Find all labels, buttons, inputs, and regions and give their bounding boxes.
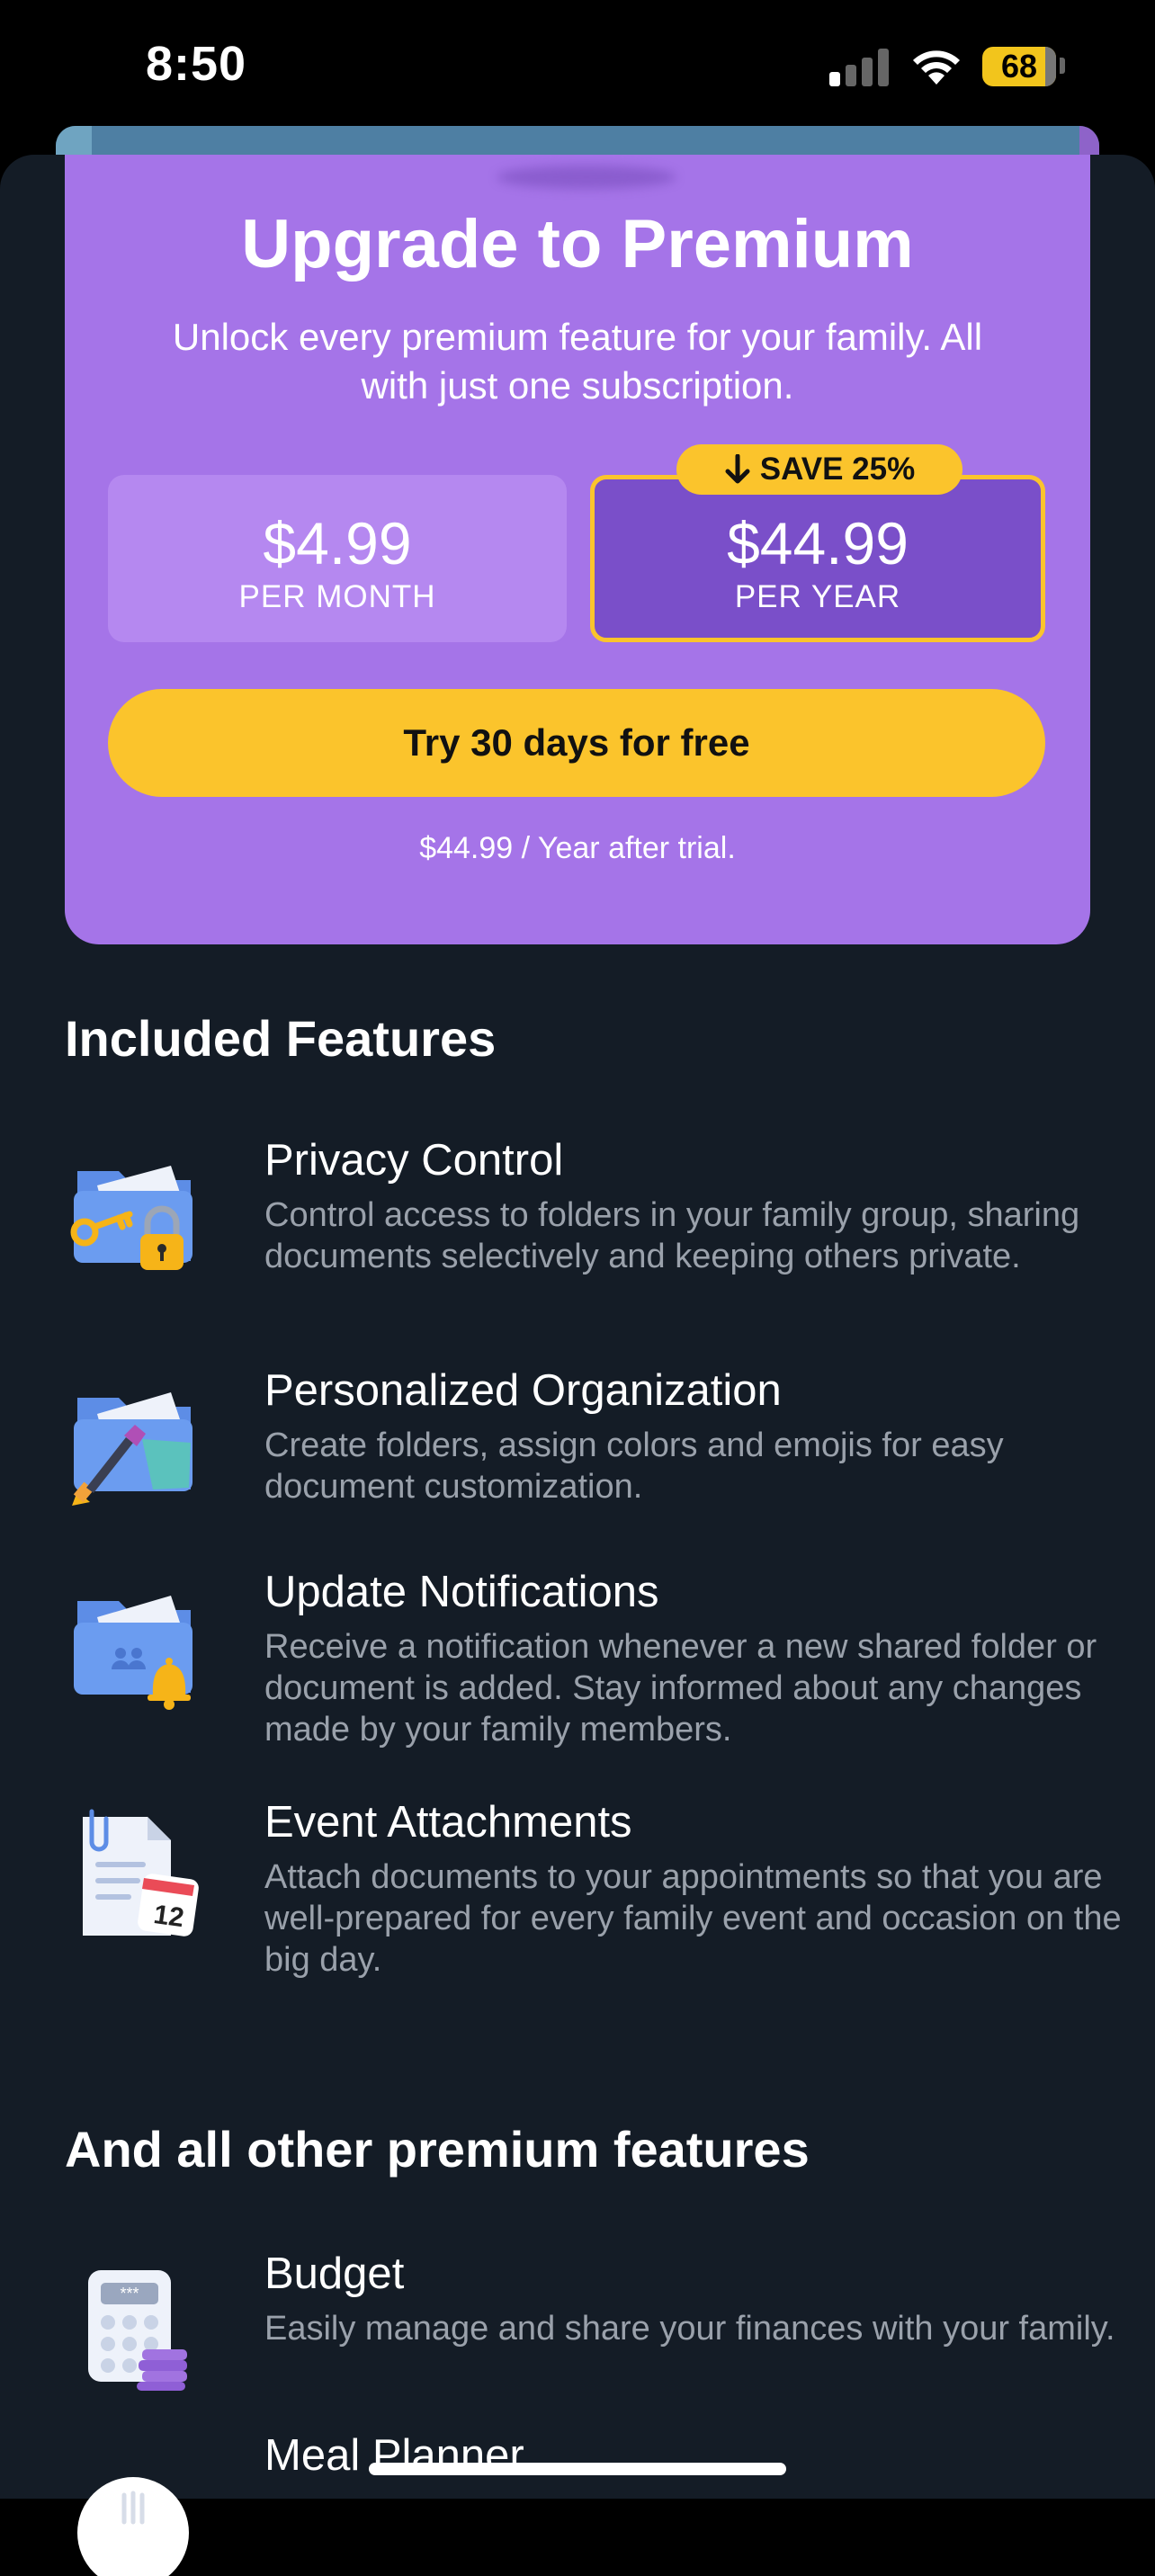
trial-note: $44.99 / Year after trial. bbox=[419, 831, 736, 865]
cellular-signal-icon bbox=[829, 47, 891, 86]
folder-key-lock-icon bbox=[70, 1166, 192, 1270]
document-calendar-icon: 12 bbox=[83, 1809, 199, 1936]
calendar-badge: 12 bbox=[138, 1874, 199, 1936]
status-bar: 8:50 68 bbox=[0, 0, 1155, 135]
upgrade-card: Upgrade to Premium Unlock every premium … bbox=[65, 155, 1090, 944]
feature-name: Budget bbox=[264, 2250, 405, 2298]
monthly-plan-option[interactable]: $4.99 PER MONTH bbox=[108, 475, 567, 642]
arrow-down-icon bbox=[725, 454, 750, 484]
feature-description: Create folders, assign colors and emojis… bbox=[264, 1427, 1004, 1506]
plan-price: $44.99 bbox=[727, 510, 909, 577]
wifi-icon bbox=[913, 50, 960, 85]
calculator-coins-icon: *** bbox=[88, 2270, 187, 2391]
feature-name: Event Attachments bbox=[264, 1798, 632, 1847]
feature-description: Attach documents to your appointments so… bbox=[264, 1858, 1122, 1979]
try-free-button[interactable]: Try 30 days for free bbox=[108, 689, 1045, 797]
drag-handle-shadow bbox=[497, 165, 676, 189]
save-badge-label: SAVE 25% bbox=[759, 452, 916, 487]
meal-plate-icon bbox=[77, 2477, 189, 2576]
save-badge: SAVE 25% bbox=[676, 444, 962, 495]
upgrade-title: Upgrade to Premium bbox=[241, 206, 914, 282]
feature-name: Privacy Control bbox=[264, 1136, 564, 1185]
home-indicator[interactable] bbox=[369, 2463, 786, 2475]
battery-empty-segment bbox=[1045, 47, 1056, 86]
premium-sheet[interactable]: Upgrade to Premium Unlock every premium … bbox=[0, 155, 1155, 2576]
folder-paintbrush-icon bbox=[72, 1392, 192, 1506]
folder-bell-icon bbox=[74, 1596, 192, 1710]
feature-description: Receive a notification whenever a new sh… bbox=[264, 1628, 1097, 1749]
battery-icon: 68 bbox=[982, 47, 1056, 86]
plan-period: PER YEAR bbox=[734, 579, 901, 614]
svg-text:***: *** bbox=[120, 2285, 139, 2303]
included-features-title: Included Features bbox=[65, 1010, 497, 1067]
plan-period: PER MONTH bbox=[238, 579, 436, 614]
plan-price: $4.99 bbox=[263, 510, 412, 577]
battery-level: 68 bbox=[1000, 48, 1038, 85]
feature-name: Update Notifications bbox=[264, 1568, 659, 1616]
battery-tip bbox=[1060, 58, 1065, 74]
upgrade-subtitle: Unlock every premium feature for your fa… bbox=[172, 316, 983, 407]
calendar-day: 12 bbox=[152, 1900, 186, 1933]
status-time: 8:50 bbox=[146, 37, 247, 91]
yearly-plan-option[interactable]: $44.99 PER YEAR bbox=[590, 475, 1045, 642]
feature-description: Easily manage and share your finances wi… bbox=[264, 2310, 1115, 2348]
other-features-title: And all other premium features bbox=[65, 2121, 810, 2178]
feature-name: Personalized Organization bbox=[264, 1366, 782, 1415]
feature-description: Control access to folders in your family… bbox=[264, 1196, 1080, 1275]
